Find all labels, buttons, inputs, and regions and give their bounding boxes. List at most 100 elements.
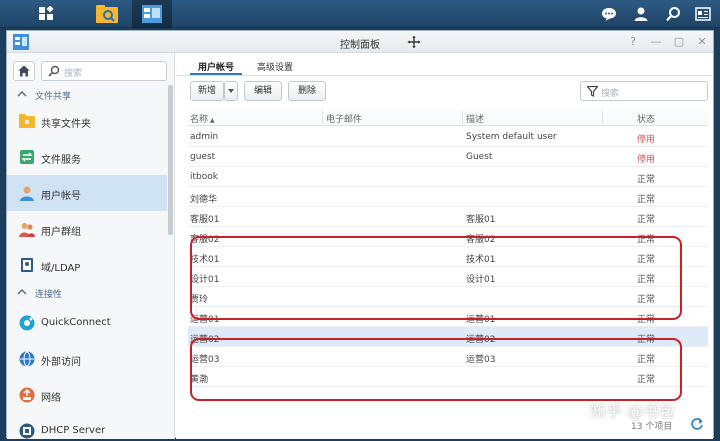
cell-description: System default user	[466, 132, 557, 142]
table-row[interactable]: 客服01 客服01 正常	[188, 207, 708, 227]
sidebar-search-placeholder: 搜索	[64, 69, 83, 79]
delete-button[interactable]: 删除	[288, 81, 326, 101]
control-panel-icon	[142, 5, 162, 23]
home-icon	[18, 65, 30, 77]
filter-placeholder: 搜索	[601, 89, 620, 99]
help-button[interactable]: ?	[626, 35, 640, 49]
table-row[interactable]: 刘德华 正常	[188, 187, 708, 207]
sidebar-item-shared-folder[interactable]: 共享文件夹	[7, 103, 167, 139]
cell-status: 正常	[637, 195, 656, 205]
domain-icon	[21, 258, 33, 272]
sidebar-item-user-account[interactable]: 用户帐号	[7, 175, 167, 211]
column-header-description[interactable]: 描述	[466, 112, 484, 125]
table-row[interactable]: admin System default user 停用	[188, 127, 708, 147]
network-icon	[19, 387, 35, 403]
sidebar-item-label: 共享文件夹	[41, 119, 91, 130]
create-dropdown-button[interactable]	[224, 81, 238, 101]
maximize-button[interactable]: ▢	[672, 35, 686, 49]
sidebar-item-user-group[interactable]: 用户群组	[7, 211, 167, 247]
sidebar-item-label: DHCP Server	[41, 425, 106, 436]
sidebar-item-file-service[interactable]: 文件服务	[7, 139, 167, 175]
column-header-label: 名称	[190, 115, 209, 125]
create-button[interactable]: 新增	[190, 81, 224, 101]
tab-advanced-settings[interactable]: 高级设置	[246, 55, 304, 75]
sidebar-item-label: 域/LDAP	[41, 263, 81, 274]
dhcp-icon	[19, 423, 35, 439]
control-panel-window: 控制面板 ? — ▢ ✕ 搜索 文件共享 共享文件夹 文件服务 用户帐号 用户群…	[6, 30, 714, 439]
chat-icon	[602, 8, 616, 21]
chevron-up-icon	[17, 91, 27, 97]
filter-search-input[interactable]: 搜索	[580, 81, 708, 101]
taskbar	[0, 0, 720, 28]
section-label: 文件共享	[35, 92, 72, 102]
cell-name: itbook	[190, 172, 218, 182]
sidebar: 搜索 文件共享 共享文件夹 文件服务 用户帐号 用户群组 域/LDAP 连接性 …	[7, 53, 175, 439]
cell-description: 客服01	[466, 215, 496, 225]
external-access-icon	[19, 351, 35, 367]
home-button[interactable]	[13, 61, 35, 81]
watermark: 知乎 @书包	[590, 402, 676, 421]
refresh-icon[interactable]	[690, 417, 704, 431]
sidebar-item-label: 网络	[41, 393, 61, 404]
sidebar-item-label: QuickConnect	[41, 317, 111, 328]
filter-icon	[587, 86, 598, 97]
cell-name: 刘德华	[190, 195, 218, 205]
sidebar-item-external-access[interactable]: 外部访问	[7, 341, 167, 377]
taskbar-control-panel[interactable]	[132, 0, 172, 28]
user-icon	[20, 186, 34, 201]
grid-menu-icon	[39, 6, 54, 20]
table-header: 名称 ▲ 电子邮件 描述 状态	[188, 109, 708, 126]
main-menu-button[interactable]	[26, 0, 66, 28]
table-row[interactable]: guest Guest 停用	[188, 147, 708, 167]
sidebar-scrollbar[interactable]	[168, 85, 173, 235]
sort-ascending-icon: ▲	[210, 117, 215, 124]
sidebar-item-quickconnect[interactable]: QuickConnect	[7, 305, 167, 341]
cell-description: Guest	[466, 152, 493, 162]
section-connectivity[interactable]: 连接性	[7, 285, 167, 301]
sidebar-item-label: 用户群组	[41, 227, 81, 238]
minimize-button[interactable]: —	[649, 35, 663, 49]
column-divider	[462, 111, 463, 124]
taskbar-file-station[interactable]	[88, 0, 126, 28]
highlight-box-support-group	[190, 236, 682, 320]
column-header-status[interactable]: 状态	[637, 112, 655, 125]
cell-status: 停用	[637, 135, 656, 145]
cell-status: 正常	[637, 215, 656, 225]
shared-folder-icon	[19, 114, 35, 128]
sidebar-item-network[interactable]: 网络	[7, 377, 167, 413]
chat-button[interactable]	[596, 0, 622, 28]
sidebar-item-dhcp-server[interactable]: DHCP Server	[7, 413, 167, 439]
group-icon	[19, 223, 35, 237]
file-service-icon	[20, 150, 34, 164]
cell-name: admin	[190, 132, 219, 142]
highlight-box-operations-group	[190, 338, 682, 401]
user-menu-button[interactable]	[628, 0, 654, 28]
sidebar-item-domain-ldap[interactable]: 域/LDAP	[7, 247, 167, 283]
window-titlebar[interactable]: 控制面板 ? — ▢ ✕	[7, 31, 713, 53]
file-station-icon	[96, 5, 118, 23]
cell-status: 正常	[637, 175, 656, 185]
window-title: 控制面板	[340, 40, 380, 51]
chevron-up-icon	[17, 289, 27, 295]
cell-status: 停用	[637, 155, 656, 165]
column-header-email[interactable]: 电子邮件	[326, 112, 362, 125]
edit-button[interactable]: 编辑	[244, 81, 282, 101]
section-label: 连接性	[35, 290, 63, 300]
user-icon	[634, 7, 648, 21]
toolbar: 新增 编辑 删除 搜索	[176, 81, 713, 105]
widgets-button[interactable]	[690, 0, 716, 28]
close-button[interactable]: ✕	[695, 35, 709, 49]
sidebar-item-label: 外部访问	[41, 357, 81, 368]
tab-divider	[176, 75, 713, 76]
sidebar-search-input[interactable]: 搜索	[41, 61, 167, 81]
column-header-name[interactable]: 名称 ▲	[190, 112, 215, 125]
sidebar-item-label: 用户帐号	[41, 191, 81, 202]
search-icon	[666, 7, 680, 22]
column-divider	[322, 111, 323, 124]
tab-user-account[interactable]: 用户帐号	[190, 55, 242, 75]
section-file-sharing[interactable]: 文件共享	[7, 87, 167, 103]
move-cursor-icon	[407, 35, 421, 49]
table-row[interactable]: itbook 正常	[188, 167, 708, 187]
search-button[interactable]	[660, 0, 686, 28]
caret-down-icon	[228, 89, 234, 93]
